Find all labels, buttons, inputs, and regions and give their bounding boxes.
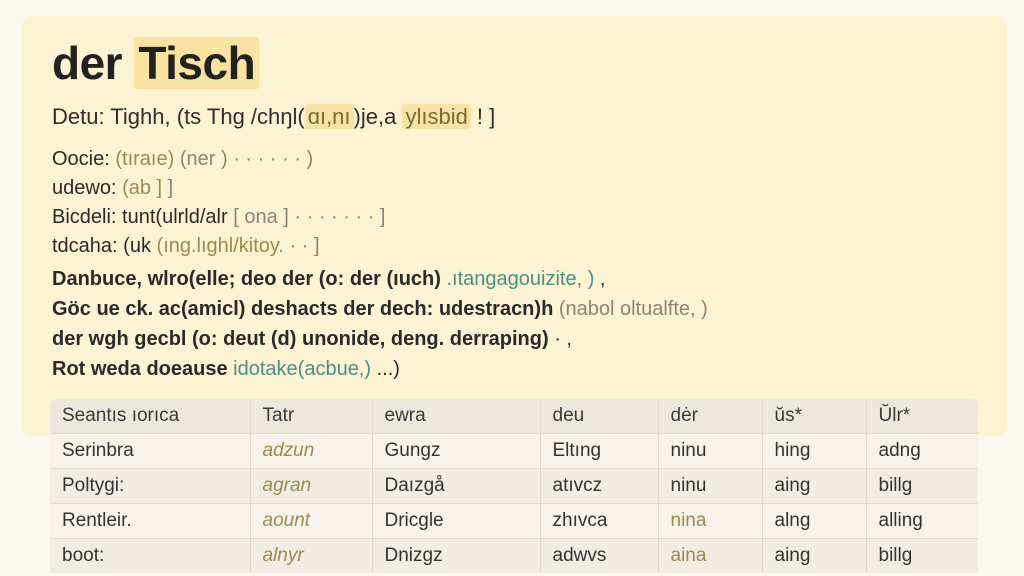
table-cell: Poltygi: [50, 468, 251, 504]
example-line: Danbuce, wlro(elle; deo der (o: der (ıuc… [52, 268, 606, 291]
pron-part-2: ɑı,nı [304, 104, 354, 129]
table-cell: adng [866, 433, 978, 469]
column-header: ŬƖr* [878, 405, 911, 426]
table-cell: adwvs [540, 538, 659, 573]
form-value: (ab ] [122, 177, 163, 199]
form-label: udewo: [52, 177, 117, 199]
table-cell: alling [866, 503, 978, 539]
example-gloss: (nabol oltualfte, ) [553, 298, 708, 320]
table-cell: boot: [50, 538, 251, 573]
table-row: Poltygi: agran Daızgå atıvcz ninu aing b… [50, 468, 978, 504]
table-cell: ninu [658, 433, 763, 469]
column-header: dėr [658, 399, 763, 434]
table-cell: Daızgå [372, 468, 541, 504]
table-cell: ninu [658, 468, 763, 504]
table-row: Serinbra adzun Gungz Eltıng ninu hing ad… [50, 433, 978, 469]
pronunciation-line: Detu: Tighh, (ts Thg /chŋl(ɑı,nı)je,a yl… [52, 104, 495, 130]
table-cell: Dnizgz [372, 538, 541, 573]
table-cell: adzun [250, 433, 373, 469]
column-header: Seantıs ıorıca [50, 399, 251, 434]
table-header-row: Seantıs ıorıca Tatr ewra deu dėr ŭs* ŬƖr… [50, 399, 978, 434]
table-cell: aina [658, 538, 763, 573]
table-cell: Gungz [372, 433, 541, 469]
pron-part-1: Detu: Tighh, (ts Thg /chŋl( [52, 104, 305, 129]
form-value: (uk [123, 235, 151, 257]
table-cell: aount [250, 503, 373, 539]
form-value: [ ona ] [233, 206, 289, 228]
table-cell: nina [658, 503, 763, 539]
page-title: der Tisch [52, 36, 260, 90]
form-label: Oocie: [52, 148, 110, 170]
form-value: (ner ) [179, 148, 228, 170]
table-cell: atıvcz [540, 468, 659, 504]
example-end: · , [548, 328, 572, 350]
example-gloss: idotake(acbue,) [227, 358, 372, 380]
form-value: tunt(ulrld/alr [122, 206, 228, 228]
form-label: tdcaha: [52, 235, 118, 257]
example-text: Danbuce, wlro(elle; deo der (o: der (ıuc… [52, 268, 441, 290]
table-cell: zhıvca [540, 503, 659, 539]
example-text: der wgh gecbl (o: deut (d) unonide, deng… [52, 328, 549, 350]
pron-part-4: ylısbid [402, 104, 471, 129]
table-cell: aing [762, 468, 867, 504]
table-cell: billg [866, 538, 978, 573]
example-line: Rot weda doeause idotake(acbue,) ...) [52, 358, 400, 381]
form-value: · · · · · · ) [233, 148, 314, 170]
table-cell: aing [762, 538, 867, 573]
example-line: Göc ue ck. ac(amicl) deshacts der dech: … [52, 298, 708, 321]
table-cell: billg [866, 468, 978, 504]
column-header: ŭs* [762, 399, 867, 434]
table-cell: Rentleir. [50, 503, 251, 539]
table-cell: agran [250, 468, 373, 504]
table-cell: alng [762, 503, 867, 539]
table-cell: Serinbra [50, 433, 251, 469]
example-end: , [594, 268, 606, 290]
pron-part-5: ! ] [470, 104, 496, 129]
form-value: (tıraıe) [115, 148, 175, 170]
form-label: Bicdeli: [52, 206, 117, 228]
table-row: boot: alnyr Dnizgz adwvs aina aing billg [50, 538, 978, 573]
form-value: ] [167, 177, 174, 199]
title-article: der [52, 37, 123, 89]
declension-table: Seantıs ıorıca Tatr ewra deu dėr ŭs* ŬƖr… [50, 399, 978, 573]
table-cell: alnyr [250, 538, 373, 573]
form-row: udewo: (ab ] ] [52, 177, 173, 200]
example-text: Göc ue ck. ac(amicl) deshacts der dech: … [52, 298, 554, 320]
form-value: (ıng.lıghl/kitoy. [156, 235, 284, 257]
column-header: Tatr [250, 399, 373, 434]
form-row: Oocie: (tıraıe) (ner ) · · · · · · ) [52, 148, 313, 171]
table-row: Rentleir. aount Dricgle zhıvca nina alng… [50, 503, 978, 539]
table-cell: Eltıng [540, 433, 659, 469]
column-header: ewra [372, 399, 541, 434]
example-line: der wgh gecbl (o: deut (d) unonide, deng… [52, 328, 572, 351]
title-word: Tisch [134, 37, 260, 89]
form-row: Bicdeli: tunt(ulrld/alr [ ona ] · · · · … [52, 206, 385, 229]
form-value: · · ] [289, 235, 320, 257]
example-end: ...) [371, 358, 400, 380]
example-gloss: .ıtangagouizite, ) [440, 268, 595, 290]
declension-table-wrap: Seantıs ıorıca Tatr ewra deu dėr ŭs* ŬƖr… [50, 399, 978, 573]
table-cell: Dricgle [372, 503, 541, 539]
pron-part-3: )je,a [353, 104, 403, 129]
column-header: deu [540, 399, 659, 434]
form-value: · · · · · · · ] [294, 206, 386, 228]
table-cell: hing [762, 433, 867, 469]
example-text: Rot weda doeause [52, 358, 228, 380]
form-row: tdcaha: (uk (ıng.lıghl/kitoy. · · ] [52, 235, 320, 258]
